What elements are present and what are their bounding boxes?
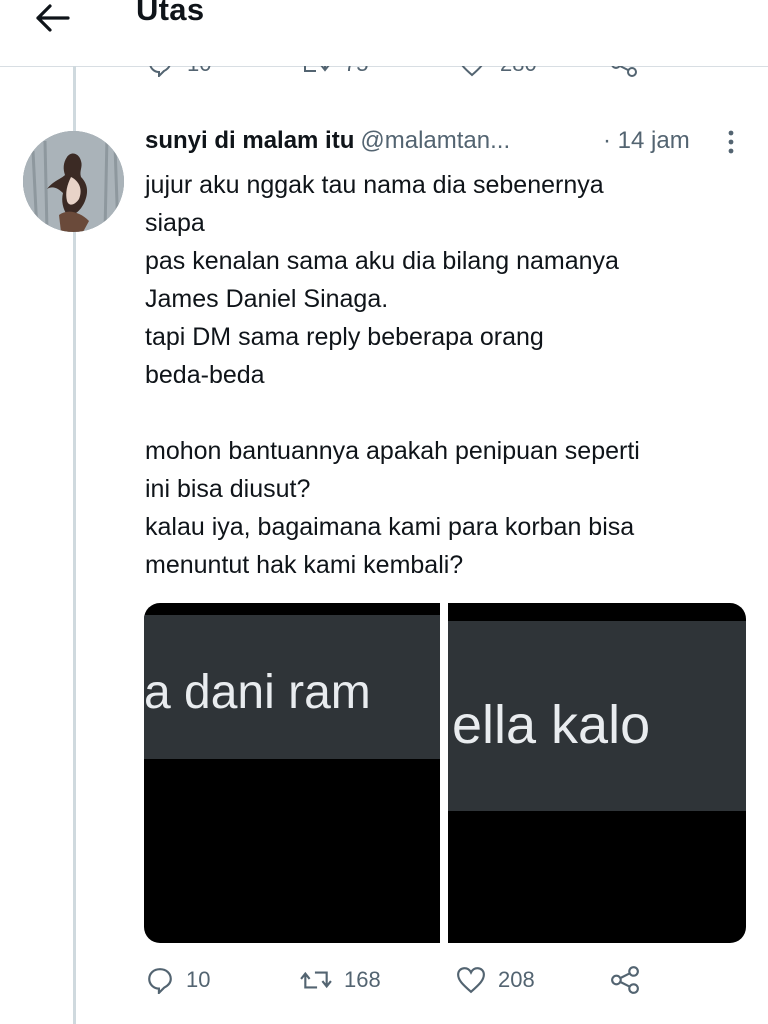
like-button[interactable]: 280 xyxy=(458,66,537,77)
media-image-text-strip: a dani ram xyxy=(144,615,440,759)
tweet-text-line: menuntut hak kami kembali? xyxy=(145,551,464,579)
tweet-text-line: siapa xyxy=(145,209,205,237)
tweet-text-line: jujur aku nggak tau nama dia sebenernya xyxy=(145,171,604,199)
tweet-header: sunyi di malam itu @malamtan... · 14 jam xyxy=(145,127,745,161)
media-image-2[interactable]: ella kalo xyxy=(448,603,746,943)
tweet-text-line: tapi DM sama reply beberapa orang xyxy=(145,323,544,351)
media-image-caption: a dani ram xyxy=(144,666,371,719)
reply-button[interactable]: 10 xyxy=(147,66,211,77)
retweet-count: 75 xyxy=(344,66,368,77)
share-icon xyxy=(611,966,639,994)
like-button[interactable]: 208 xyxy=(456,960,535,1000)
retweet-icon xyxy=(300,971,332,989)
tweet-text-line: mohon bantuannya apakah penipuan seperti xyxy=(145,437,640,465)
reply-icon xyxy=(149,66,171,77)
back-button[interactable] xyxy=(30,0,78,36)
media-image-text-strip: ella kalo xyxy=(448,621,746,811)
tweet-timestamp[interactable]: · 14 jam xyxy=(603,127,690,155)
share-icon xyxy=(611,66,637,77)
page-title: Utas xyxy=(136,0,205,27)
retweet-button[interactable]: 75 xyxy=(300,66,368,77)
reply-icon xyxy=(148,968,172,994)
reply-count: 10 xyxy=(187,66,211,77)
tweet-text-line xyxy=(145,394,745,432)
reply-count: 10 xyxy=(186,967,211,992)
more-vertical-icon xyxy=(728,130,734,154)
top-bar: Utas xyxy=(0,0,768,67)
heart-icon xyxy=(457,967,485,994)
retweet-icon xyxy=(304,66,330,72)
tweet-text: jujur aku nggak tau nama dia sebenernya … xyxy=(145,166,745,584)
avatar[interactable] xyxy=(23,131,124,232)
tweet-actions: 10 168 208 xyxy=(144,960,744,1000)
retweet-button[interactable]: 168 xyxy=(300,960,381,1000)
like-count: 280 xyxy=(500,66,537,77)
tweet-text-line: beda-beda xyxy=(145,361,265,389)
media-image-1[interactable]: a dani ram xyxy=(144,603,440,943)
heart-icon xyxy=(461,66,483,77)
share-button[interactable] xyxy=(610,66,638,77)
avatar-image xyxy=(23,131,124,232)
media-image-caption: ella kalo xyxy=(452,695,651,755)
share-button[interactable] xyxy=(610,960,640,1000)
user-handle[interactable]: @malamtan... xyxy=(360,127,510,154)
previous-tweet-actions: 10 75 280 xyxy=(0,66,768,86)
tweet-text-line: James Daniel Sinaga. xyxy=(145,285,389,313)
tweet-media-grid: a dani ram ella kalo xyxy=(144,603,746,943)
like-count: 208 xyxy=(498,967,535,992)
tweet-text-line: pas kenalan sama aku dia bilang namanya xyxy=(145,247,619,275)
arrow-left-icon xyxy=(36,4,70,32)
tweet-text-line: kalau iya, bagaimana kami para korban bi… xyxy=(145,513,635,541)
more-options-button[interactable] xyxy=(720,128,742,158)
reply-button[interactable]: 10 xyxy=(146,960,210,1000)
tweet-text-line: ini bisa diusut? xyxy=(145,475,311,503)
display-name[interactable]: sunyi di malam itu xyxy=(145,127,354,154)
retweet-count: 168 xyxy=(344,967,381,992)
